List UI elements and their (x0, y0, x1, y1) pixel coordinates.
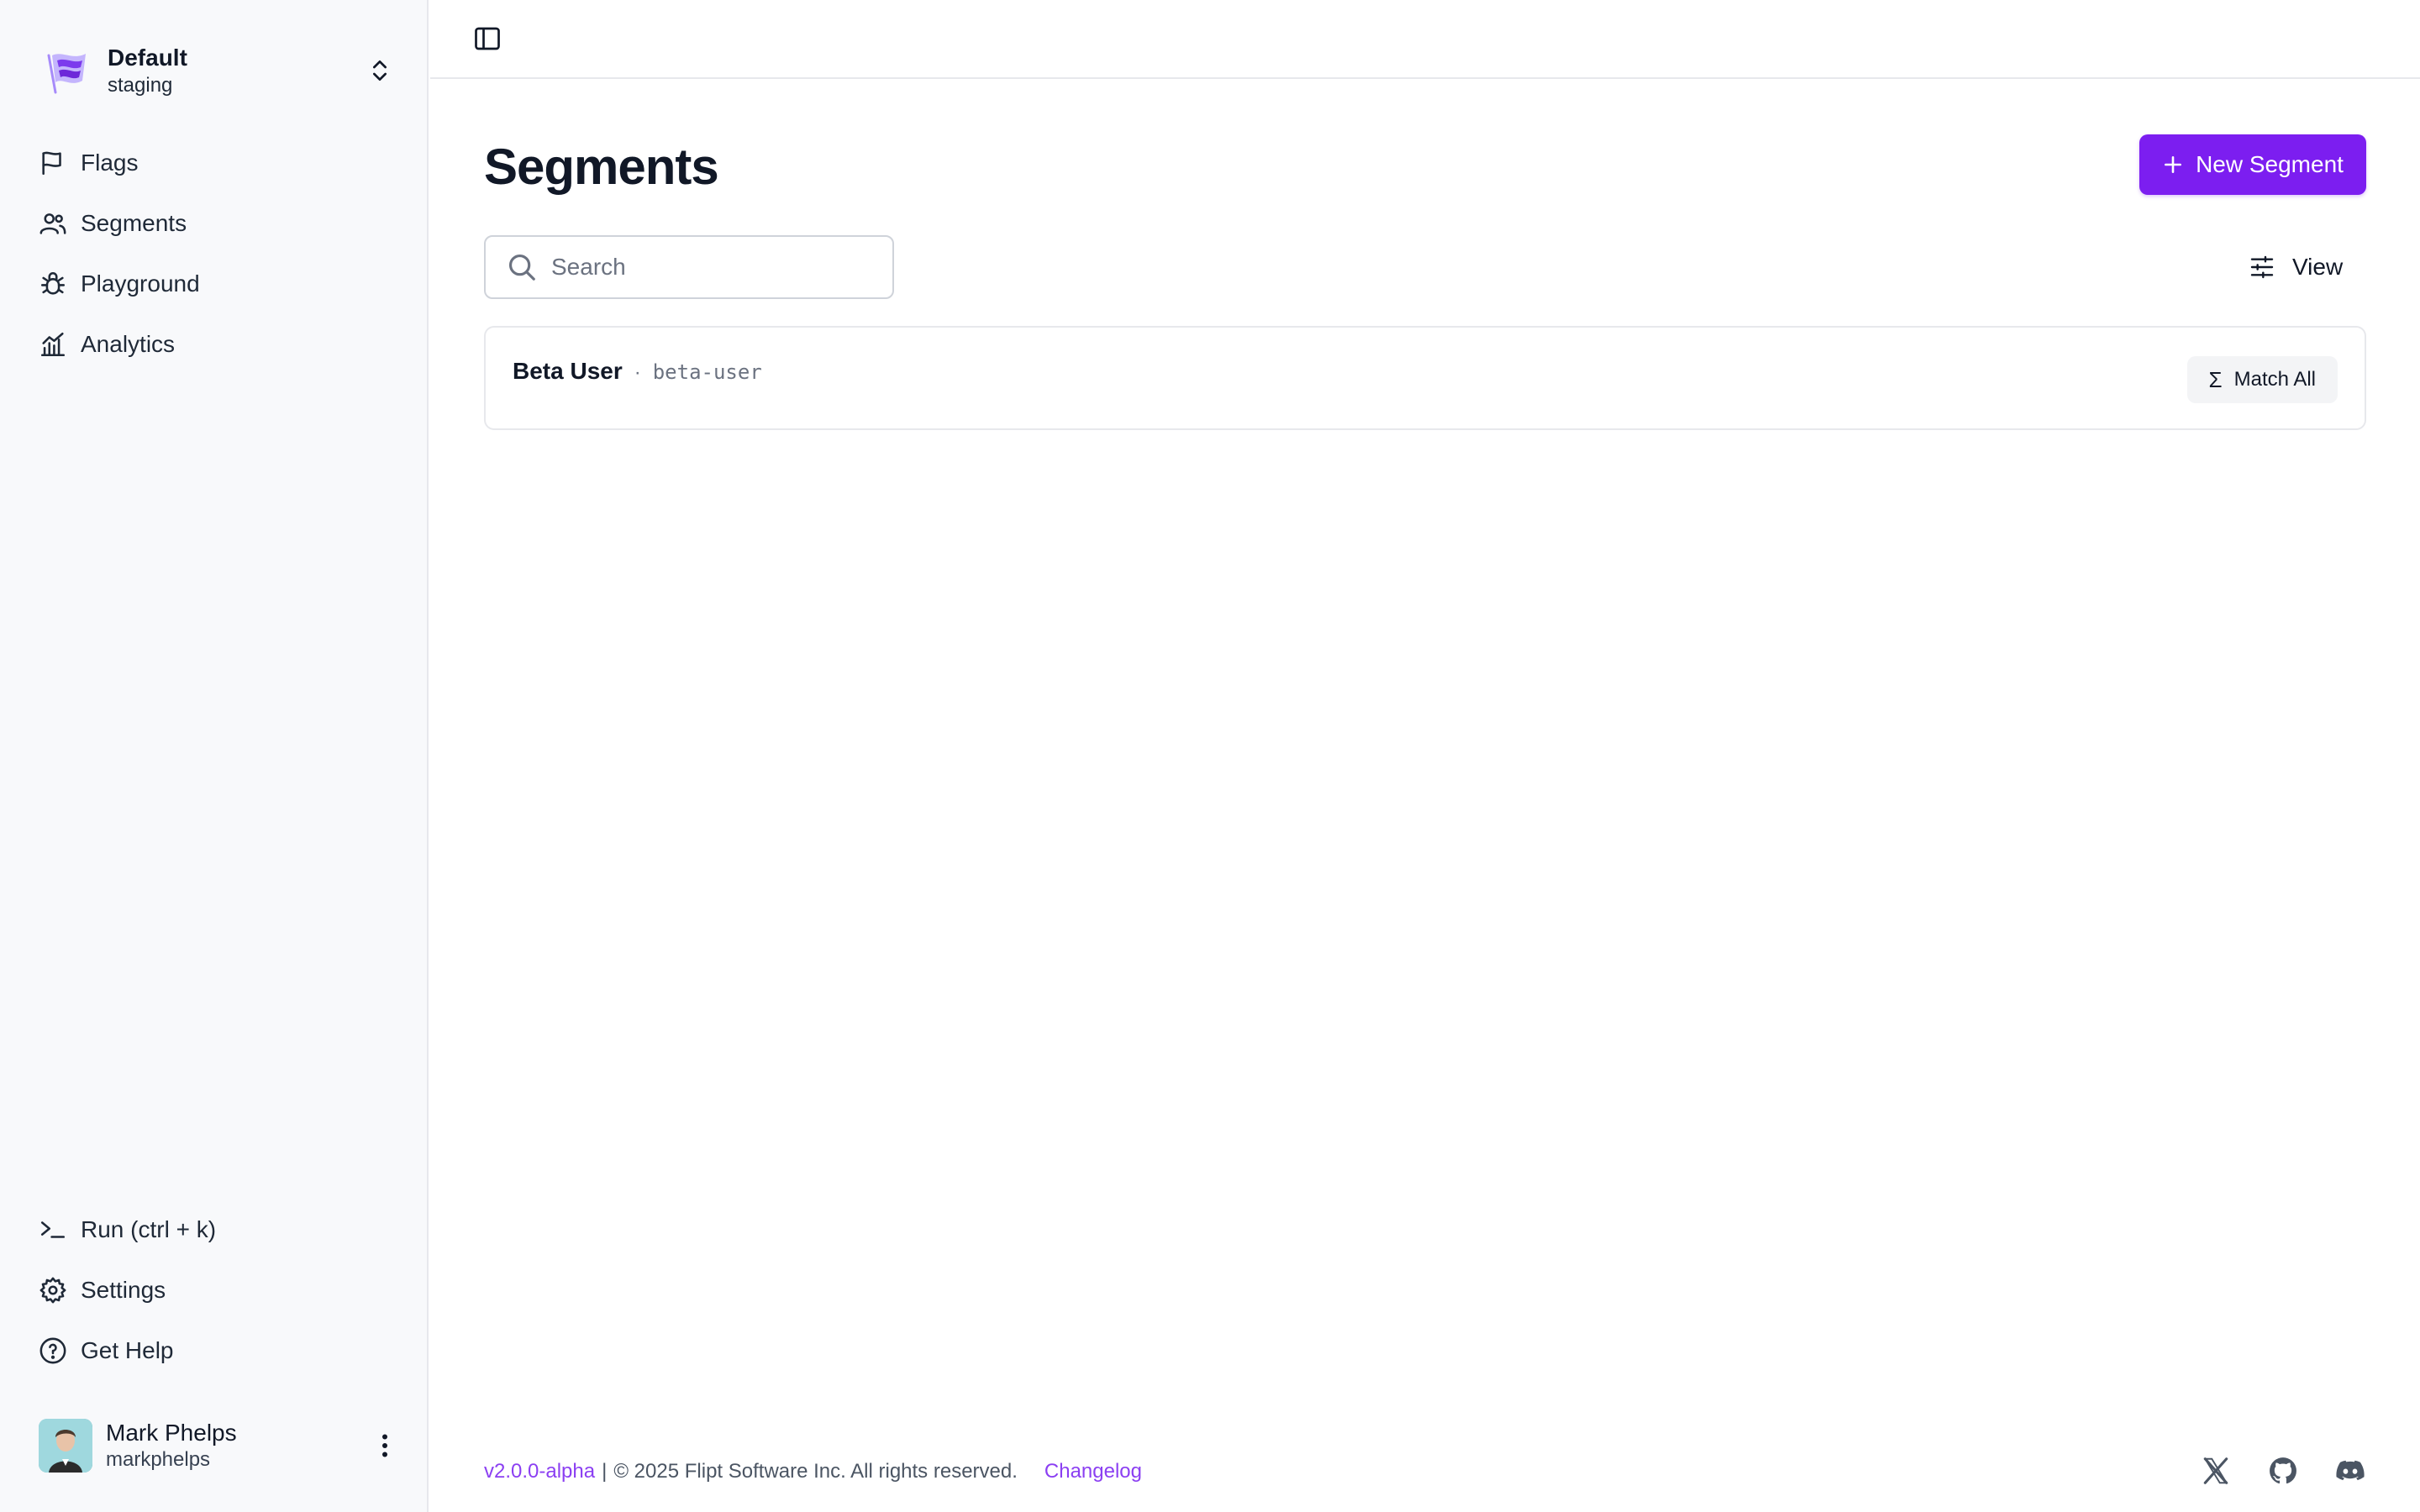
sigma-icon: Σ (2208, 366, 2223, 392)
avatar-image (39, 1419, 92, 1473)
main-nav: Flags Segments Playground Analytics (39, 133, 392, 375)
new-segment-button[interactable]: New Segment (2139, 134, 2366, 195)
nav-item-playground[interactable]: Playground (39, 254, 392, 314)
changelog-link[interactable]: Changelog (1044, 1460, 1142, 1483)
match-type-label: Match All (2233, 368, 2316, 391)
nav-label-help: Get Help (81, 1337, 174, 1363)
nav-label-flags: Flags (81, 150, 139, 176)
nav-item-flags[interactable]: Flags (39, 133, 392, 193)
x-twitter-icon[interactable] (2200, 1455, 2232, 1487)
segment-row[interactable]: Beta User · beta-user (513, 358, 762, 385)
namespace-switcher[interactable]: Default staging (40, 37, 393, 104)
help-circle-icon (39, 1337, 66, 1364)
user-handle: markphelps (106, 1448, 211, 1471)
nav-label-settings: Settings (81, 1277, 166, 1303)
match-type-badge: Σ Match All (2186, 356, 2338, 403)
sidebar: Default staging Flags Segments Playgroun… (0, 0, 429, 1512)
nav-label-run: Run (ctrl + k) (81, 1216, 217, 1242)
nav-label-segments: Segments (81, 210, 187, 236)
nav-label-analytics: Analytics (81, 331, 176, 357)
chart-icon (40, 332, 66, 357)
segment-name: Beta User (513, 358, 623, 384)
view-label: View (2292, 254, 2344, 280)
user-name: Mark Phelps (106, 1420, 237, 1446)
namespace-name: Default (108, 45, 187, 71)
nav-label-playground: Playground (81, 270, 200, 297)
footer-separator: | (602, 1460, 608, 1483)
segment-key: beta-user (652, 360, 762, 384)
environment-name: staging (108, 74, 173, 97)
nav-item-analytics[interactable]: Analytics (39, 314, 392, 375)
github-icon[interactable] (2267, 1455, 2299, 1487)
search-box (484, 235, 894, 299)
top-bar (430, 0, 2420, 79)
sliders-icon (2250, 255, 2274, 279)
more-vertical-icon[interactable] (370, 1431, 400, 1461)
version-link[interactable]: v2.0.0-alpha (484, 1460, 595, 1483)
bug-icon (40, 271, 66, 295)
footer: v2.0.0-alpha | © 2025 Flipt Software Inc… (484, 1455, 2366, 1488)
segments-list: Beta User · beta-user Σ Match All (484, 326, 2366, 430)
user-menu[interactable]: Mark Phelps markphelps (39, 1416, 400, 1475)
users-icon (39, 213, 66, 234)
nav-item-settings[interactable]: Settings (39, 1260, 392, 1320)
secondary-nav: Run (ctrl + k) Settings Get Help (39, 1200, 392, 1381)
flipt-logo (47, 54, 86, 94)
chevron-up-down-icon (373, 60, 387, 81)
nav-item-help[interactable]: Get Help (39, 1320, 392, 1381)
copyright-text: © 2025 Flipt Software Inc. All rights re… (613, 1460, 1018, 1483)
page-title: Segments (484, 139, 719, 195)
search-icon (508, 254, 535, 281)
discord-icon[interactable] (2334, 1455, 2366, 1487)
terminal-icon (40, 1221, 66, 1238)
nav-item-segments[interactable]: Segments (39, 193, 392, 254)
view-options-button[interactable]: View (2249, 247, 2343, 287)
flag-icon (42, 151, 61, 176)
sidebar-toggle-icon[interactable] (472, 24, 502, 54)
avatar (39, 1419, 92, 1473)
separator-dot: · (634, 361, 641, 384)
new-segment-label: New Segment (2196, 151, 2344, 177)
plus-icon (2165, 156, 2182, 173)
search-input[interactable] (551, 254, 871, 281)
nav-item-run[interactable]: Run (ctrl + k) (39, 1200, 392, 1260)
gear-icon (39, 1277, 66, 1304)
social-links (2200, 1455, 2366, 1487)
